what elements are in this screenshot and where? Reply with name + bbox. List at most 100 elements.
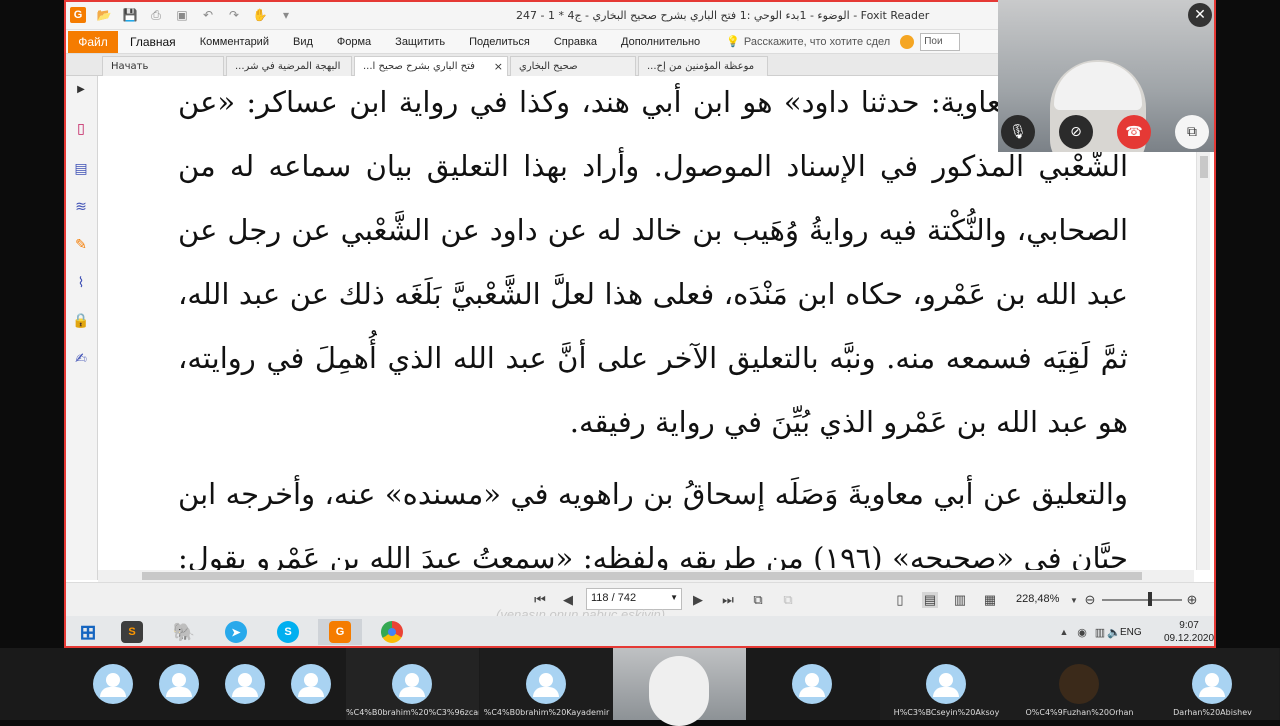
participant-tile[interactable] [212,648,278,720]
tell-me-box[interactable]: 💡 Расскажите, что хотите сдел [726,35,890,49]
participant-name: Darhan%20Abishev [1173,708,1252,717]
previous-view-icon[interactable]: ⧉ [750,592,766,608]
comments-icon[interactable]: ✎ [72,236,90,254]
doc-tab-mawidha[interactable]: ...موعظة المؤمنين من إح [638,56,768,76]
participant-cap [1054,62,1142,110]
signature-icon[interactable]: ✍ [72,350,90,368]
save-icon[interactable]: 💾 [122,7,138,23]
horizontal-scrollbar[interactable] [98,570,1194,582]
hang-up-icon[interactable]: ☎ [1117,115,1151,149]
zoom-level[interactable]: 228,48% [1016,593,1059,605]
layers-icon[interactable]: ≋ [72,198,90,216]
customize-arrow-icon[interactable]: ▾ [278,7,294,23]
tab-view[interactable]: Вид [281,30,325,54]
doc-tab-fath-albari[interactable]: ...فتح الباري بشرح صحيح ا × [354,56,508,76]
doc-tab-bahja[interactable]: ...البهجة المرضية في شر [226,56,352,76]
chevron-down-icon[interactable]: ▼ [670,593,678,602]
avatar [291,664,331,704]
participant-tile[interactable]: %C4%B0brahim%20Kayademir [480,648,613,720]
hand-tool-icon[interactable]: ✋ [252,7,268,23]
taskbar-telegram[interactable]: ➤ [214,619,258,645]
tab-protect[interactable]: Защитить [383,30,457,54]
doc-tab-label: ...فتح الباري بشرح صحيح ا [363,61,475,72]
language-indicator[interactable]: ENG [1120,627,1142,638]
evernote-icon: 🐘 [172,621,196,642]
participant-tile[interactable] [80,648,146,720]
clock[interactable]: 9:07 09.12.2020 [1164,619,1214,645]
participant-tile[interactable] [746,648,879,720]
avatar [792,664,832,704]
feedback-icon[interactable] [900,34,915,49]
continuous-page-icon[interactable]: ▤ [922,592,938,608]
avatar [926,664,966,704]
taskbar-skype[interactable]: S [266,619,310,645]
quick-access-toolbar: G 📂 💾 ⎙ ▣ ↶ ↷ ✋ ▾ [70,7,294,23]
mute-mic-icon[interactable]: 🎙 [1001,115,1035,149]
windows-icon: ⊞ [79,621,97,644]
next-page-icon[interactable]: ▶ [690,592,706,608]
next-view-icon[interactable]: ⧉ [780,592,796,608]
search-input[interactable]: Пои [920,32,961,51]
zoom-dropdown-icon[interactable]: ▼ [1066,592,1082,608]
security-icon[interactable]: 🔒 [72,312,90,330]
date: 09.12.2020 [1164,633,1215,644]
self-video-view[interactable]: 🎙 ⊘ ☎ ⧉ [998,0,1214,152]
zoom-in-icon[interactable]: ⊕ [1184,592,1200,608]
participant-tile[interactable] [278,648,344,720]
tray-icon[interactable]: ◉ [1074,624,1090,640]
attachments-icon[interactable]: ⌇ [72,274,90,292]
previous-page-icon[interactable]: ◀ [560,592,576,608]
tray-arrow-icon[interactable]: ▲ [1056,624,1072,640]
close-icon[interactable]: ✕ [1188,3,1212,27]
scroll-thumb[interactable] [142,572,1142,580]
open-file-icon[interactable]: 📂 [96,7,112,23]
zoom-out-icon[interactable]: ⊖ [1082,592,1098,608]
page-number: 118 / 742 [591,592,637,604]
zoom-slider[interactable] [1102,599,1182,601]
participant-tile[interactable]: O%C4%9Fuzhan%20Orhan [1013,648,1146,720]
time: 9:07 [1179,620,1199,631]
page-text: وقال أبو معاوية: حدثنا داود» هو ابن أبي … [178,76,1128,570]
screenshot-icon[interactable]: ▣ [174,7,190,23]
taskbar-evernote[interactable]: 🐘 [162,619,206,645]
participants-strip: %C4%B0brahim%20%C3%96zcan %C4%B0brahim%2… [0,648,1280,726]
tab-form[interactable]: Форма [325,30,383,54]
participant-tile[interactable]: %C4%B0brahim%20%C3%96zcan [346,648,479,720]
taskbar-foxit[interactable]: G [318,619,362,645]
doc-tab-start[interactable]: Начать [102,56,224,76]
tab-comment[interactable]: Комментарий [188,30,281,54]
windows-taskbar: ⊞ S 🐘 ➤ S G ▲ ◉ ▥ 🔈 ENG 9:07 09.12.2020 [66,616,1214,646]
redo-icon[interactable]: ↷ [226,7,242,23]
participant-name: %C4%B0brahim%20%C3%96zcan [346,708,479,717]
scroll-thumb[interactable] [1200,156,1208,178]
pages-icon[interactable]: ▤ [72,160,90,178]
participant-video-tile[interactable] [613,648,746,726]
single-page-icon[interactable]: ▯ [892,592,908,608]
camera-off-icon[interactable]: ⊘ [1059,115,1093,149]
taskbar-chrome[interactable] [370,619,414,645]
print-icon[interactable]: ⎙ [148,7,164,23]
chrome-icon [381,621,403,643]
tab-share[interactable]: Поделиться [457,30,542,54]
last-page-icon[interactable]: ⏭ [720,592,736,608]
zoom-slider-handle[interactable] [1148,592,1152,606]
switch-view-icon[interactable]: ⧉ [1175,115,1209,149]
doc-tab-sahih-bukhari[interactable]: صحيح البخاري [510,56,636,76]
participant-tile[interactable]: H%C3%BCseyin%20Aksoy [880,648,1013,720]
expand-panel-icon[interactable]: ▶ [72,80,90,98]
file-tab[interactable]: Файл [68,30,118,53]
continuous-facing-icon[interactable]: ▦ [982,592,998,608]
tab-more[interactable]: Дополнительно [609,30,712,54]
participant-tile[interactable]: Darhan%20Abishev [1146,648,1279,720]
taskbar-sublime[interactable]: S [110,619,154,645]
undo-icon[interactable]: ↶ [200,7,216,23]
bookmark-icon[interactable]: ▯ [72,120,90,138]
close-tab-icon[interactable]: × [494,60,503,73]
tab-help[interactable]: Справка [542,30,609,54]
tab-home[interactable]: Главная [118,30,188,54]
foxit-icon: G [329,621,351,643]
facing-page-icon[interactable]: ▥ [952,592,968,608]
participant-tile[interactable] [146,648,212,720]
start-button[interactable]: ⊞ [66,619,110,645]
first-page-icon[interactable]: ⏮ [532,592,548,608]
